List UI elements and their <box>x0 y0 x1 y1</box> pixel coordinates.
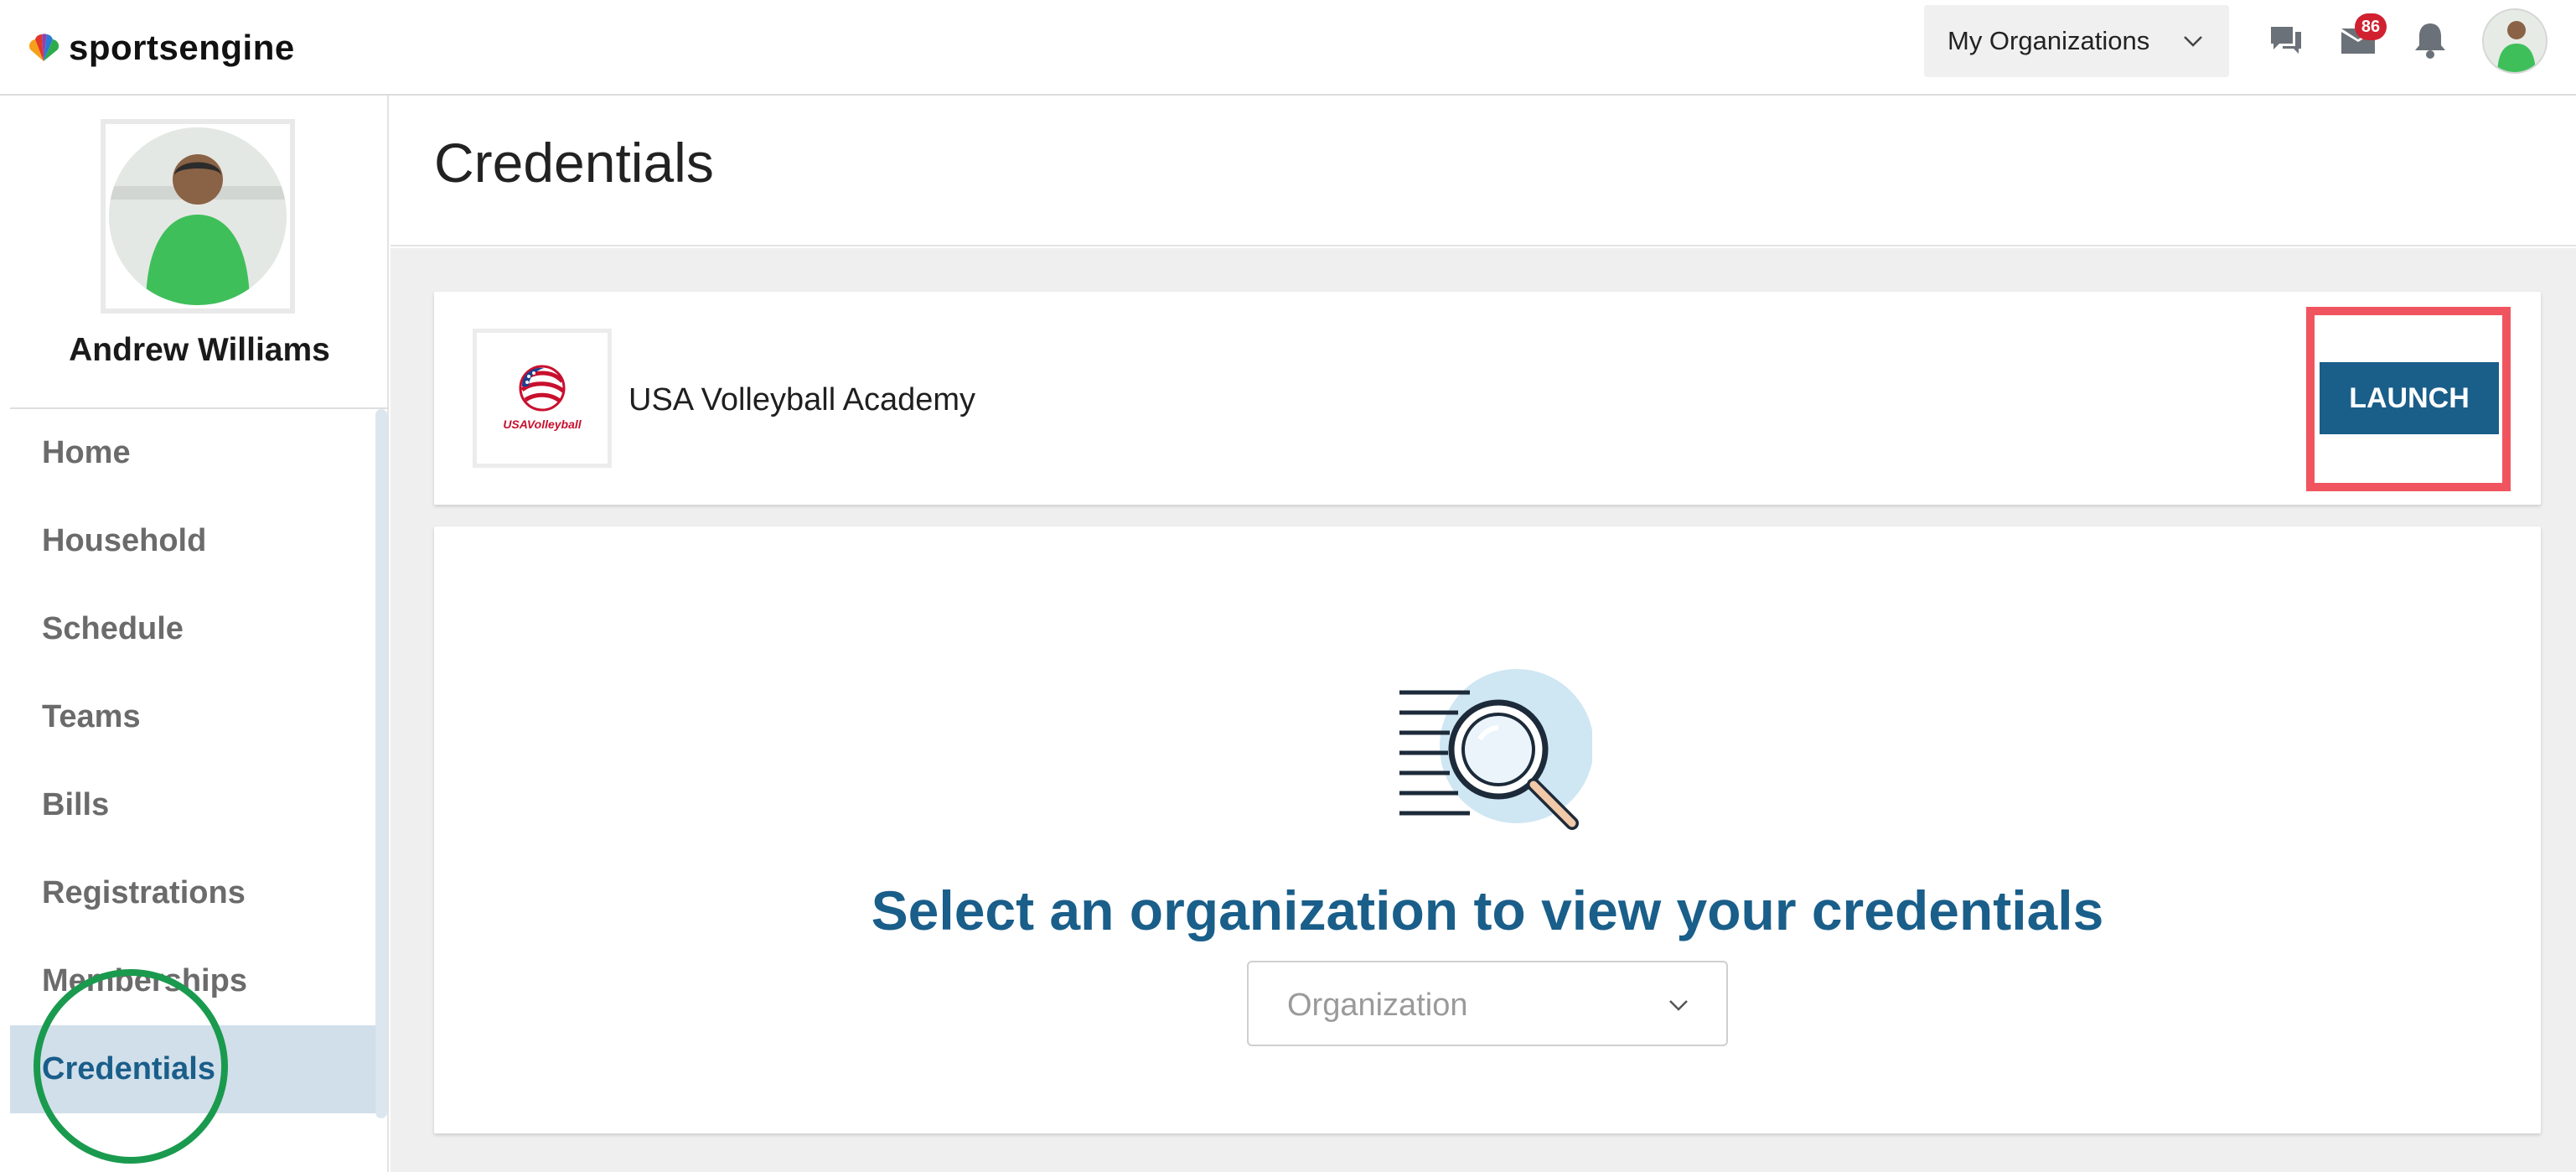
profile-person-icon <box>109 127 287 305</box>
sidebar-item-home[interactable]: Home <box>10 409 379 497</box>
sidebar-item-memberships[interactable]: Memberships <box>10 937 379 1025</box>
usa-volleyball-logo: USAVolleyball <box>473 329 612 468</box>
profile-name: Andrew Williams <box>69 332 330 368</box>
organization-card: USAVolleyball USA Volleyball Academy LAU… <box>434 292 2541 505</box>
sidebar-nav: Home Household Schedule Teams Bills Regi… <box>10 409 379 1113</box>
organization-dropdown[interactable]: Organization <box>1247 961 1728 1046</box>
top-bar: sportsengine My Organizations 86 <box>0 0 2576 96</box>
chevron-down-icon <box>1669 1000 1688 1011</box>
sportsengine-logo[interactable]: sportsengine <box>25 25 295 70</box>
sidebar: Andrew Williams Home Household Schedule … <box>10 96 389 1172</box>
my-organizations-label: My Organizations <box>1948 26 2150 55</box>
sidebar-item-registrations[interactable]: Registrations <box>10 849 379 937</box>
sidebar-item-bills[interactable]: Bills <box>10 761 379 849</box>
chevron-down-icon <box>2184 36 2202 47</box>
mail-badge: 86 <box>2355 13 2387 40</box>
launch-button[interactable]: LAUNCH <box>2320 362 2499 434</box>
bell-icon[interactable] <box>2408 18 2452 62</box>
avatar-person-icon <box>2484 10 2546 72</box>
sidebar-scrollbar[interactable] <box>375 409 387 1118</box>
magnifier-search-icon <box>1399 669 1592 830</box>
volleyball-logo-icon: USAVolleyball <box>503 365 582 431</box>
organization-name: USA Volleyball Academy <box>628 382 976 417</box>
page-title: Credentials <box>434 132 714 194</box>
usa-volleyball-logo-text: USAVolleyball <box>503 417 582 431</box>
empty-state-heading: Select an organization to view your cred… <box>871 879 2104 941</box>
sidebar-item-credentials[interactable]: Credentials <box>10 1025 375 1113</box>
page-header: Credentials <box>391 97 2576 246</box>
sidebar-item-schedule[interactable]: Schedule <box>10 585 379 673</box>
organization-dropdown-placeholder: Organization <box>1287 988 1468 1023</box>
profile-photo-circle <box>109 127 287 305</box>
sidebar-item-household[interactable]: Household <box>10 497 379 585</box>
my-organizations-dropdown[interactable]: My Organizations <box>1924 5 2229 77</box>
chat-icon[interactable] <box>2264 18 2308 62</box>
user-avatar[interactable] <box>2482 8 2548 74</box>
logo-text: sportsengine <box>69 28 295 67</box>
profile-photo[interactable] <box>101 119 295 314</box>
empty-state-card: Select an organization to view your cred… <box>434 526 2541 1133</box>
peacock-logo-icon <box>28 34 59 61</box>
sidebar-item-teams[interactable]: Teams <box>10 673 379 761</box>
